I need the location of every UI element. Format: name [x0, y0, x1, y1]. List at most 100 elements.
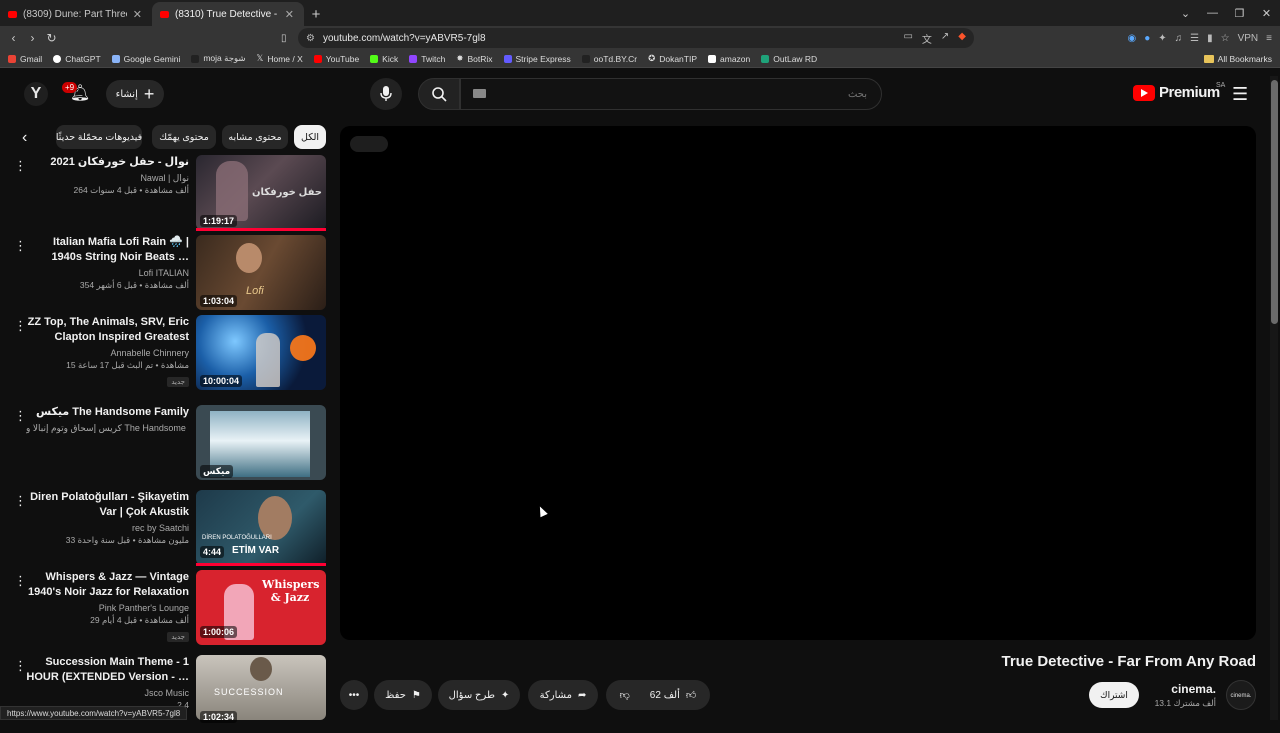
bookmark-ootd[interactable]: ooTd.BY.Cr — [582, 54, 637, 64]
list-item[interactable]: ⋮ ZZ Top, The Animals, SRV, Eric Clapton… — [0, 315, 336, 393]
create-button[interactable]: إنشاء + — [106, 80, 164, 108]
search-button[interactable] — [418, 78, 460, 110]
bookmark-botrix[interactable]: ✸BotRix — [456, 53, 492, 64]
address-bar[interactable]: ⚙ youtube.com/watch?v=yABVR5-7gl8 ▭ 文 ↗ … — [298, 28, 974, 48]
more-options-icon[interactable]: ⋮ — [14, 659, 22, 672]
chip-recently-uploaded[interactable]: فيديوهات محمّلة حديثًا — [56, 125, 142, 149]
bookmark-chatgpt[interactable]: ChatGPT — [53, 54, 100, 64]
account-avatar[interactable]: Y — [24, 82, 48, 106]
reading-list-icon[interactable]: ☰ — [1190, 33, 1199, 44]
more-actions-button[interactable]: ••• — [340, 680, 368, 710]
close-tab-icon[interactable]: ✕ — [133, 8, 142, 21]
save-button[interactable]: حفظ ⚑ — [374, 680, 432, 710]
search-input[interactable] — [460, 78, 882, 110]
maximize-icon[interactable]: ❐ — [1226, 7, 1253, 20]
channel-name[interactable]: كريس إسحاق وتوم إنبالا و The Handsome Fa… — [26, 422, 189, 434]
share-page-icon[interactable]: ↗ — [941, 31, 949, 46]
guide-menu-icon[interactable]: ☰ — [1232, 84, 1248, 105]
vpn-button[interactable]: VPN — [1238, 33, 1259, 44]
subscribe-button[interactable]: اشتراك — [1089, 682, 1139, 708]
bookmark-gemini[interactable]: Google Gemini — [112, 54, 181, 64]
minimize-icon[interactable]: — — [1199, 7, 1226, 19]
video-title[interactable]: نوال - حفل خورفكان 2021 — [26, 155, 189, 170]
bookmark-youtube[interactable]: YouTube — [314, 54, 359, 64]
list-item[interactable]: ⋮ Italian Mafia Lofi Rain 🌧️ | 1940s Str… — [0, 235, 336, 313]
bookmark-label: Home / X — [267, 54, 302, 64]
audio-icon[interactable]: ◉ — [1127, 33, 1136, 44]
video-player[interactable] — [340, 126, 1256, 640]
channel-name[interactable]: rec by Saatchi — [26, 522, 189, 534]
more-options-icon[interactable]: ⋮ — [14, 494, 22, 507]
more-options-icon[interactable]: ⋮ — [14, 319, 22, 332]
extension-icon[interactable]: ● — [1144, 33, 1150, 44]
logo-text: Premium — [1159, 84, 1220, 101]
bookmark-kick[interactable]: Kick — [370, 54, 398, 64]
dislike-icon[interactable]: 👎︎ — [620, 689, 630, 701]
new-tab-button[interactable]: + — [304, 2, 328, 26]
video-title[interactable]: Whispers & Jazz — Vintage 1940's Noir Ja… — [26, 570, 189, 600]
forward-icon[interactable]: › — [23, 31, 42, 45]
bookmark-dokantip[interactable]: ✪DokanTIP — [648, 53, 697, 64]
channel-name[interactable]: Jsco Music — [26, 687, 189, 699]
bookmark-moja[interactable]: moja شوجة — [191, 53, 245, 64]
video-title[interactable]: Succession Main Theme - 1 HOUR (EXTENDED… — [26, 655, 189, 685]
sidebar-icon[interactable]: ▮ — [1207, 33, 1213, 44]
reload-icon[interactable]: ↻ — [42, 31, 61, 45]
more-options-icon[interactable]: ⋮ — [14, 159, 22, 172]
bookmark-page-icon[interactable]: ▯ — [281, 33, 287, 44]
chip-related[interactable]: محتوى مشابه — [222, 125, 288, 149]
like-icon[interactable]: 👍︎ — [686, 689, 696, 701]
bookmark-x[interactable]: 𝕏Home / X — [256, 53, 302, 64]
list-item[interactable]: ⋮ Whispers & Jazz — Vintage 1940's Noir … — [0, 570, 336, 648]
scrollbar-thumb[interactable] — [1271, 80, 1278, 324]
channel-name[interactable]: Pink Panther's Lounge — [26, 602, 189, 614]
bookmark-amazon[interactable]: amazon — [708, 54, 750, 64]
status-bar-url: https://www.youtube.com/watch?v=yABVR5-7… — [0, 706, 187, 720]
keyboard-icon[interactable] — [473, 89, 486, 98]
site-info-icon[interactable]: ⚙ — [306, 33, 315, 44]
browser-tab-dune[interactable]: (8309) Dune: Part Three Trailer | Im… ✕ — [0, 2, 152, 26]
rewards-icon[interactable]: ☆ — [1221, 33, 1230, 44]
list-item[interactable]: ⋮ Diren Polatoğulları - Şikayetim Var | … — [0, 490, 336, 568]
bookmark-twitch[interactable]: Twitch — [409, 54, 445, 64]
bookmark-outlaw[interactable]: OutLaw RD — [761, 54, 817, 64]
translate-icon[interactable]: 文 — [922, 31, 932, 46]
close-tab-icon[interactable]: ✕ — [285, 8, 294, 21]
ask-button[interactable]: طرح سؤال ✦ — [438, 680, 520, 710]
share-button[interactable]: مشاركة ➦ — [528, 680, 598, 710]
browser-menu-icon[interactable]: ≡ — [1266, 33, 1272, 44]
media-icon[interactable]: ♫ — [1175, 33, 1183, 44]
channel-name[interactable]: Lofi ITALIAN — [26, 267, 189, 279]
video-title[interactable]: ميكس The Handsome Family — [26, 405, 189, 420]
list-item[interactable]: ⋮ نوال - حفل خورفكان 2021 Nawal | نوال 2… — [0, 155, 336, 233]
bookmark-gmail[interactable]: Gmail — [8, 54, 42, 64]
back-icon[interactable]: ‹ — [4, 31, 23, 45]
list-item[interactable]: ⋮ ميكس The Handsome Family كريس إسحاق وت… — [0, 405, 336, 483]
channel-avatar[interactable]: cinema. — [1226, 680, 1256, 710]
video-title[interactable]: Diren Polatoğulları - Şikayetim Var | Ço… — [26, 490, 189, 520]
cast-icon[interactable]: ▭ — [903, 31, 912, 46]
channel-name[interactable]: Annabelle Chinnery — [26, 347, 189, 359]
bookmark-stripe[interactable]: Stripe Express — [504, 54, 571, 64]
chip-all[interactable]: الكل — [294, 125, 326, 149]
video-title[interactable]: Italian Mafia Lofi Rain 🌧️ | 1940s Strin… — [26, 235, 189, 265]
youtube-premium-logo[interactable]: Premium — [1133, 84, 1220, 101]
browser-tab-true-detective[interactable]: (8310) True Detective - Far F… ✕ — [152, 2, 304, 26]
extensions-bar: ◉ ● ✦ ♫ ☰ ▮ ☆ VPN ≡ — [1127, 33, 1272, 44]
video-title[interactable]: ZZ Top, The Animals, SRV, Eric Clapton I… — [26, 315, 189, 345]
more-options-icon[interactable]: ⋮ — [14, 239, 22, 252]
more-options-icon[interactable]: ⋮ — [14, 574, 22, 587]
new-badge: جديد — [167, 632, 189, 642]
chip-for-you[interactable]: محتوى يهمّك — [152, 125, 216, 149]
voice-search-mic-icon[interactable] — [370, 78, 402, 110]
close-window-icon[interactable]: ✕ — [1253, 7, 1280, 20]
tab-search-icon[interactable]: ⌄ — [1172, 7, 1199, 20]
channel-name[interactable]: cinema. — [1171, 682, 1216, 696]
channel-name[interactable]: Nawal | نوال — [26, 172, 189, 184]
all-bookmarks-button[interactable]: All Bookmarks — [1204, 54, 1272, 64]
brave-shield-icon[interactable]: ◆ — [958, 31, 966, 46]
list-item[interactable]: ⋮ Succession Main Theme - 1 HOUR (EXTEND… — [0, 655, 336, 733]
more-options-icon[interactable]: ⋮ — [14, 409, 22, 422]
puzzle-icon[interactable]: ✦ — [1158, 33, 1166, 44]
chevron-left-icon[interactable]: ‹ — [22, 129, 27, 147]
